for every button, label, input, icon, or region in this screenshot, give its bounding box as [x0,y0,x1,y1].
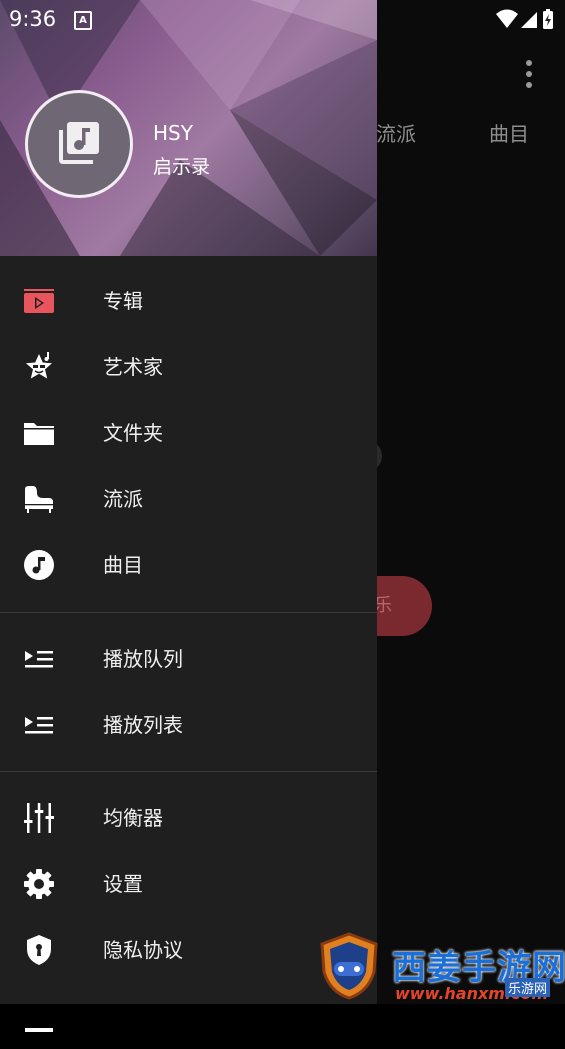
menu-label-settings: 设置 [103,872,143,896]
battery-icon [543,9,553,29]
wifi-icon [496,9,518,28]
tab-genre[interactable]: 流派 [376,118,416,147]
status-bar: 9:36 A [0,0,565,38]
menu-item-genres[interactable]: 流派 [0,466,377,532]
menu-item-equalizer[interactable]: 均衡器 [0,785,377,851]
menu-item-albums[interactable]: 专辑 [0,268,377,334]
tab-tracks[interactable]: 曲目 [489,118,529,147]
navigation-drawer: HSY 启示录 专辑 艺术家 文件夹 流派 曲目 播放队列 播放列表 均衡器 设… [0,0,377,1032]
equalizer-icon [24,803,54,833]
album-icon [24,289,54,313]
signal-icon [521,12,537,28]
album-library-icon [59,122,99,164]
watermark-sub: 乐游网 [505,978,551,997]
privacy-shield-icon [27,935,51,965]
watermark-shield-icon [320,932,378,1000]
menu-icon [25,1028,53,1032]
menu-label-albums: 专辑 [103,289,143,313]
music-note-icon [24,550,54,580]
menu-item-tracks[interactable]: 曲目 [0,532,377,598]
menu-divider [0,612,377,613]
menu-item-play-queue[interactable]: 播放队列 [0,626,377,692]
notification-icon: A [74,11,92,30]
folder-icon [24,423,54,445]
menu-item-playlists[interactable]: 播放列表 [0,692,377,758]
user-subtitle: 启示录 [153,156,211,178]
status-time: 9:36 [9,7,57,31]
overflow-menu-icon[interactable] [515,56,543,92]
menu-label-playlists: 播放列表 [103,713,183,737]
menu-item-artists[interactable]: 艺术家 [0,334,377,400]
status-icons [496,9,553,29]
menu-label-privacy: 隐私协议 [103,938,183,962]
piano-icon [25,486,53,513]
menu-divider [0,771,377,772]
menu-label-genres: 流派 [103,487,143,511]
menu-item-folders[interactable]: 文件夹 [0,400,377,466]
playlist-icon [25,717,53,734]
menu-label-tracks: 曲目 [103,553,143,577]
menu-label-play-queue: 播放队列 [103,647,183,671]
menu-section-playback: 播放队列 播放列表 [0,626,377,758]
user-avatar[interactable] [25,90,133,198]
menu-label-equalizer: 均衡器 [103,806,163,830]
menu-label-folders: 文件夹 [103,421,163,445]
settings-gear-icon [24,869,54,899]
menu-item-settings[interactable]: 设置 [0,851,377,917]
menu-label-artists: 艺术家 [103,355,163,379]
user-name: HSY [153,121,193,145]
drawer-header: HSY 启示录 [0,0,377,256]
menu-section-library: 专辑 艺术家 文件夹 流派 曲目 [0,268,377,598]
artist-star-icon [26,352,52,379]
menu-section-settings: 均衡器 设置 隐私协议 [0,785,377,1049]
queue-icon [25,651,53,668]
